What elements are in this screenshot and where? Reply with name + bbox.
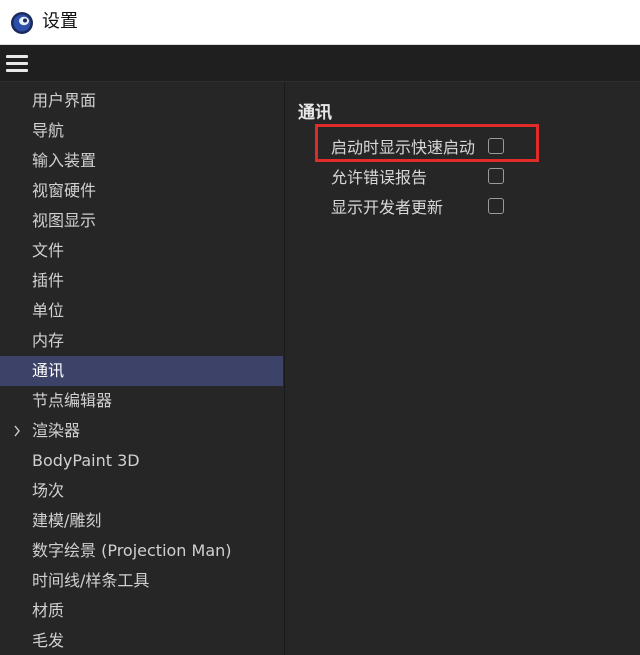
- sidebar-item-label: 视图显示: [32, 211, 97, 230]
- sidebar-item-label: 导航: [32, 121, 65, 140]
- sidebar-item-plugins[interactable]: 插件: [0, 266, 283, 296]
- sidebar-item-label: 场次: [32, 481, 65, 500]
- sidebar-item-label: 文件: [32, 241, 65, 260]
- sidebar-item-input-devices[interactable]: 输入装置: [0, 146, 283, 176]
- section-title: 通讯: [298, 103, 332, 123]
- sidebar-item-timeline-spline-tools[interactable]: 时间线/样条工具: [0, 566, 283, 596]
- sidebar-item-projection-man[interactable]: 数字绘景 (Projection Man): [0, 536, 283, 566]
- option-label: 启动时显示快速启动: [331, 138, 476, 157]
- sidebar-item-label: 建模/雕刻: [32, 511, 102, 530]
- sidebar-item-units[interactable]: 单位: [0, 296, 283, 326]
- sidebar-item-label: 毛发: [32, 631, 65, 650]
- sidebar-item-label: 节点编辑器: [32, 391, 113, 410]
- option-label: 允许错误报告: [331, 168, 428, 187]
- settings-content-panel: 通讯 启动时显示快速启动 允许错误报告 显示开发者更新: [286, 82, 640, 655]
- sidebar-item-viewport-hardware[interactable]: 视窗硬件: [0, 176, 283, 206]
- option-show-developer-updates: 显示开发者更新: [331, 192, 631, 218]
- sidebar-item-renderer[interactable]: 渲染器: [0, 416, 283, 446]
- sidebar-item-user-interface[interactable]: 用户界面: [0, 86, 283, 116]
- option-allow-error-reports: 允许错误报告: [331, 162, 631, 188]
- sidebar-item-label: 材质: [32, 601, 65, 620]
- sidebar-item-communication[interactable]: 通讯: [0, 356, 283, 386]
- window-titlebar: 设置: [0, 0, 640, 45]
- chevron-right-icon[interactable]: [12, 416, 22, 446]
- sidebar-item-label: 内存: [32, 331, 65, 350]
- sidebar-item-label: 输入装置: [32, 151, 97, 170]
- sidebar-item-files[interactable]: 文件: [0, 236, 283, 266]
- sidebar-item-material[interactable]: 材质: [0, 596, 283, 626]
- sidebar-item-takes[interactable]: 场次: [0, 476, 283, 506]
- toolbar: [0, 45, 640, 82]
- sidebar-item-navigation[interactable]: 导航: [0, 116, 283, 146]
- sidebar-item-label: 时间线/样条工具: [32, 571, 150, 590]
- sidebar-item-memory[interactable]: 内存: [0, 326, 283, 356]
- sidebar-item-hair[interactable]: 毛发: [0, 626, 283, 655]
- show-quick-start-checkbox[interactable]: [488, 138, 504, 154]
- window-title: 设置: [42, 11, 78, 32]
- allow-error-reports-checkbox[interactable]: [488, 168, 504, 184]
- hamburger-menu-icon[interactable]: [6, 55, 28, 73]
- sidebar-item-modeling-sculpting[interactable]: 建模/雕刻: [0, 506, 283, 536]
- sidebar-item-node-editor[interactable]: 节点编辑器: [0, 386, 283, 416]
- option-label: 显示开发者更新: [331, 198, 444, 217]
- sidebar-item-label: 用户界面: [32, 91, 97, 110]
- sidebar-item-label: 通讯: [32, 361, 65, 380]
- sidebar-item-label: 插件: [32, 271, 65, 290]
- settings-sidebar: 用户界面 导航 输入装置 视窗硬件 视图显示 文件 插件 单位 内存 通讯 节点…: [0, 82, 285, 655]
- sidebar-item-view-display[interactable]: 视图显示: [0, 206, 283, 236]
- sidebar-item-bodypaint-3d[interactable]: BodyPaint 3D: [0, 446, 283, 476]
- sidebar-item-label: BodyPaint 3D: [32, 451, 140, 470]
- option-show-quick-start: 启动时显示快速启动: [331, 132, 631, 158]
- show-developer-updates-checkbox[interactable]: [488, 198, 504, 214]
- cinema4d-logo-icon: [11, 12, 33, 34]
- sidebar-item-label: 数字绘景 (Projection Man): [32, 541, 232, 560]
- sidebar-item-label: 渲染器: [32, 421, 81, 440]
- sidebar-item-label: 单位: [32, 301, 65, 320]
- sidebar-item-label: 视窗硬件: [32, 181, 97, 200]
